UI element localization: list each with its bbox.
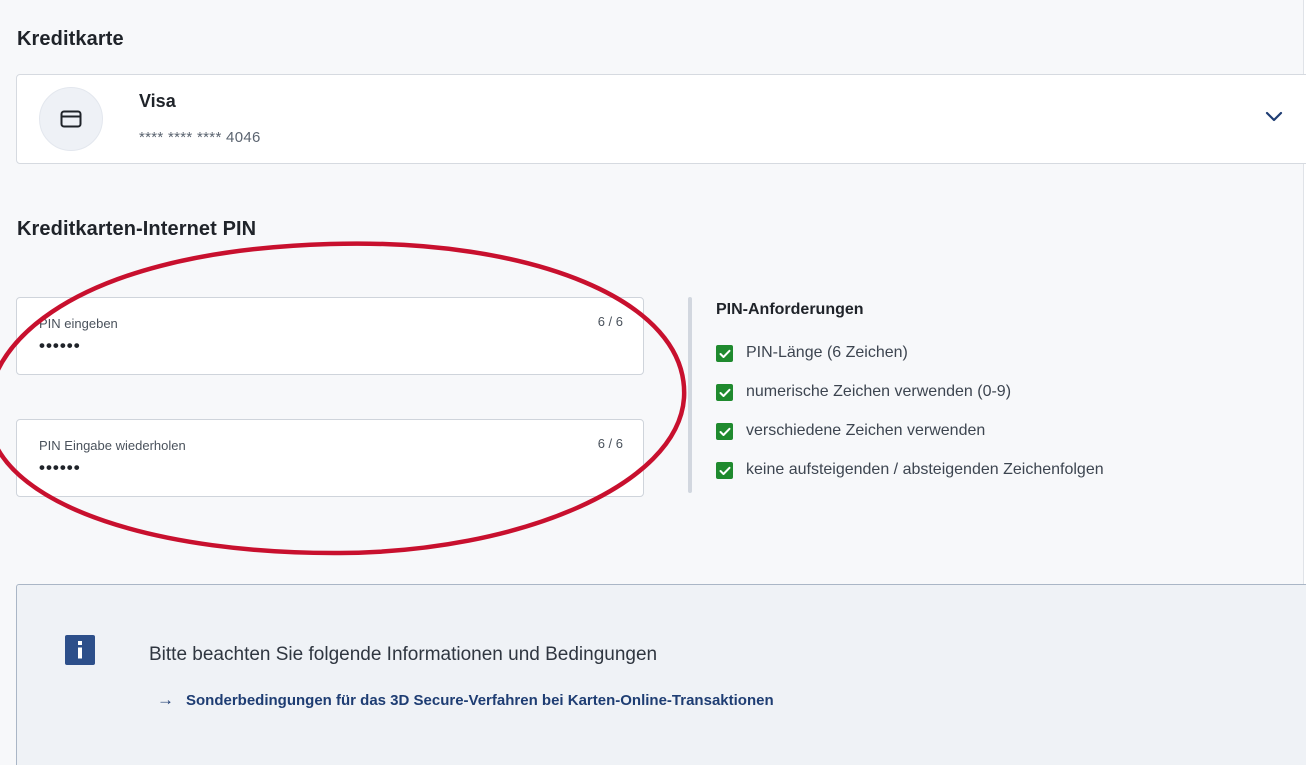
card-number: **** **** **** 4046 <box>139 129 261 146</box>
checkmark-icon <box>716 423 733 440</box>
pin-repeat-input-label: PIN Eingabe wiederholen <box>39 438 186 453</box>
pin-input-field[interactable]: PIN eingeben 6 / 6 •••••• <box>16 297 644 375</box>
requirements-divider <box>688 297 692 493</box>
requirement-item: keine aufsteigenden / absteigenden Zeich… <box>716 458 1104 497</box>
requirement-item: verschiedene Zeichen verwenden <box>716 419 1104 458</box>
requirement-label: verschiedene Zeichen verwenden <box>746 422 986 439</box>
requirement-label: PIN-Länge (6 Zeichen) <box>746 344 908 361</box>
requirements-title: PIN-Anforderungen <box>716 301 864 318</box>
pin-repeat-input-field[interactable]: PIN Eingabe wiederholen 6 / 6 •••••• <box>16 419 644 497</box>
checkmark-icon <box>716 462 733 479</box>
checkmark-icon <box>716 384 733 401</box>
special-conditions-link[interactable]: → Sonderbedingungen für das 3D Secure-Ve… <box>157 690 774 710</box>
requirement-label: numerische Zeichen verwenden (0-9) <box>746 383 1012 400</box>
special-conditions-link-label: Sonderbedingungen für das 3D Secure-Verf… <box>186 691 774 709</box>
requirement-item: numerische Zeichen verwenden (0-9) <box>716 380 1104 419</box>
card-name: Visa <box>139 91 176 111</box>
pin-input-label: PIN eingeben <box>39 316 118 331</box>
credit-card-icon-glyph <box>60 110 82 128</box>
pin-repeat-input-value[interactable]: •••••• <box>39 458 81 478</box>
pin-input-value[interactable]: •••••• <box>39 336 81 356</box>
content-panel: Kreditkarte Visa **** **** **** 4046 Kre… <box>0 0 1306 765</box>
requirement-item: PIN-Länge (6 Zeichen) <box>716 341 1104 380</box>
credit-card-section-title: Kreditkarte <box>17 28 124 50</box>
credit-card-dropdown[interactable]: Visa **** **** **** 4046 <box>16 74 1306 164</box>
chevron-down-icon[interactable] <box>1263 105 1285 127</box>
info-box: Bitte beachten Sie folgende Informatione… <box>16 584 1306 765</box>
requirement-label: keine aufsteigenden / absteigenden Zeich… <box>746 461 1104 478</box>
arrow-right-icon: → <box>157 690 174 709</box>
pin-section-title: Kreditkarten-Internet PIN <box>17 218 257 240</box>
info-icon <box>65 635 95 665</box>
info-text: Bitte beachten Sie folgende Informatione… <box>149 644 658 665</box>
pin-repeat-input-counter: 6 / 6 <box>597 436 623 451</box>
pin-input-counter: 6 / 6 <box>597 314 623 329</box>
requirements-list: PIN-Länge (6 Zeichen) numerische Zeichen… <box>716 341 1104 497</box>
page: Kreditkarte Visa **** **** **** 4046 Kre… <box>0 0 1306 765</box>
checkmark-icon <box>716 345 733 362</box>
credit-card-icon <box>39 87 103 151</box>
